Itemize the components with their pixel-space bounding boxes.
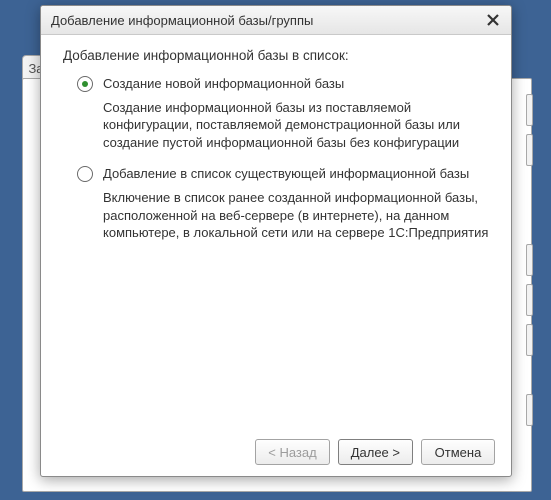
- option-add-existing-description: Включение в список ранее созданной инфор…: [103, 189, 489, 242]
- option-create-new-description: Создание информационной базы из поставля…: [103, 99, 489, 152]
- background-side-button: [526, 284, 533, 316]
- option-add-existing-label[interactable]: Добавление в список существующей информа…: [103, 165, 469, 183]
- background-side-button: [526, 244, 533, 276]
- close-button[interactable]: [483, 10, 503, 30]
- dialog-body: Добавление информационной базы в список:…: [41, 35, 511, 428]
- dialog-footer: < Назад Далее > Отмена: [41, 428, 511, 476]
- radio-create-new[interactable]: [77, 76, 93, 92]
- background-side-button: [526, 324, 533, 356]
- next-button[interactable]: Далее >: [338, 439, 413, 465]
- option-add-existing[interactable]: Добавление в список существующей информа…: [63, 165, 489, 183]
- cancel-button[interactable]: Отмена: [421, 439, 495, 465]
- add-infobase-dialog: Добавление информационной базы/группы До…: [40, 5, 512, 477]
- background-side-button: [526, 394, 533, 426]
- option-create-new[interactable]: Создание новой информационной базы: [63, 75, 489, 93]
- background-side-button: [526, 94, 533, 126]
- dialog-title: Добавление информационной базы/группы: [51, 13, 483, 28]
- dialog-heading: Добавление информационной базы в список:: [63, 47, 489, 65]
- back-button: < Назад: [255, 439, 329, 465]
- dialog-titlebar: Добавление информационной базы/группы: [41, 6, 511, 35]
- background-side-button: [526, 134, 533, 166]
- radio-add-existing[interactable]: [77, 166, 93, 182]
- option-create-new-label[interactable]: Создание новой информационной базы: [103, 75, 344, 93]
- close-icon: [487, 14, 499, 26]
